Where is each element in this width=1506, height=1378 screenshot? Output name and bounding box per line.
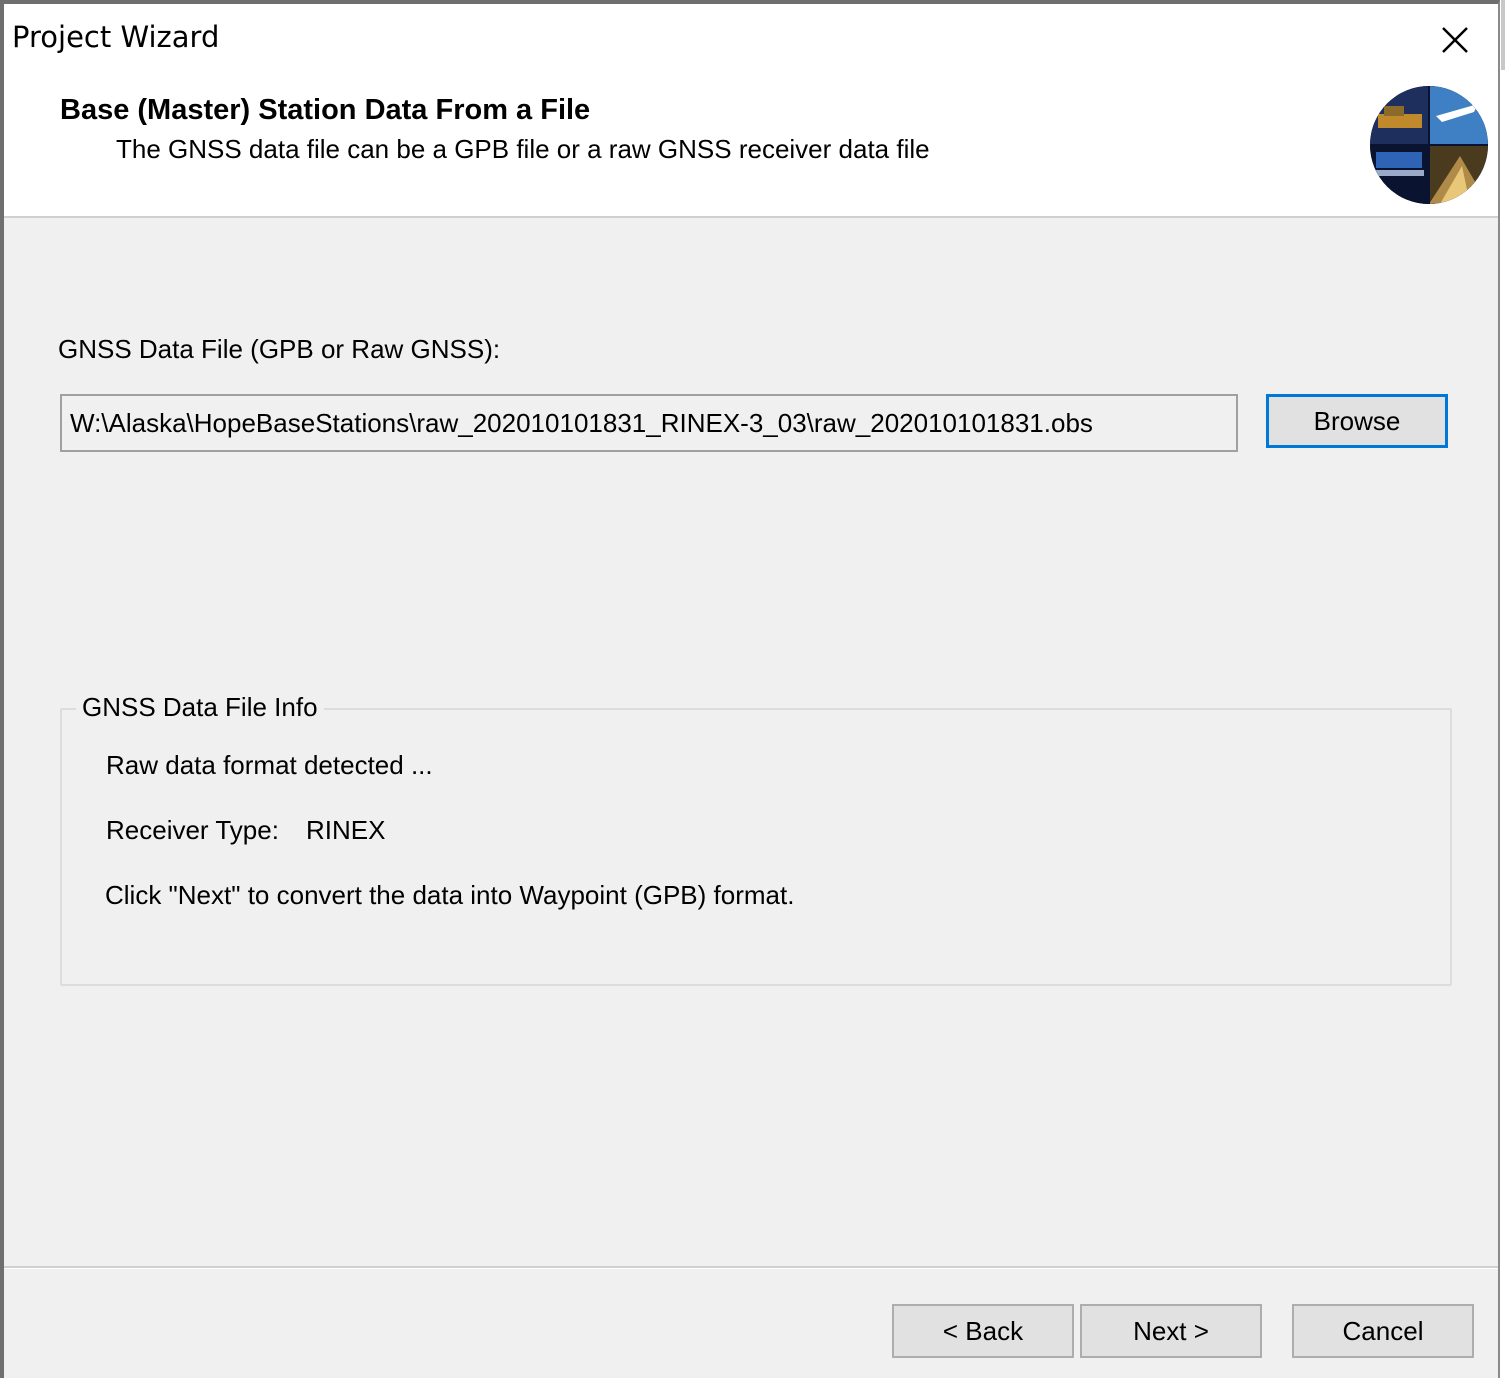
- next-button[interactable]: Next >: [1080, 1304, 1262, 1358]
- footer-divider: [4, 1266, 1498, 1269]
- wizard-logo-icon: [1370, 86, 1488, 204]
- receiver-type-label: Receiver Type:: [106, 815, 279, 845]
- step-title: Base (Master) Station Data From a File: [60, 94, 591, 126]
- format-detected-text: Raw data format detected ...: [106, 750, 433, 780]
- next-instruction-text: Click "Next" to convert the data into Wa…: [105, 880, 795, 910]
- file-info-legend: GNSS Data File Info: [76, 692, 324, 723]
- back-button[interactable]: < Back: [892, 1304, 1074, 1358]
- gnss-file-label: GNSS Data File (GPB or Raw GNSS):: [58, 334, 501, 364]
- window-edge-scrollbar: [1500, 0, 1506, 1378]
- receiver-type-value: RINEX: [306, 815, 386, 845]
- project-wizard-window: Project Wizard Base (Master) Station Dat…: [0, 0, 1500, 1378]
- close-button[interactable]: [1429, 14, 1481, 66]
- close-icon: [1442, 27, 1468, 53]
- gnss-file-path-input[interactable]: [60, 394, 1238, 452]
- step-subtitle: The GNSS data file can be a GPB file or …: [116, 134, 930, 164]
- cancel-button[interactable]: Cancel: [1292, 1304, 1474, 1358]
- window-title: Project Wizard: [12, 20, 220, 54]
- browse-button[interactable]: Browse: [1266, 394, 1448, 448]
- wizard-header: Project Wizard Base (Master) Station Dat…: [4, 4, 1498, 218]
